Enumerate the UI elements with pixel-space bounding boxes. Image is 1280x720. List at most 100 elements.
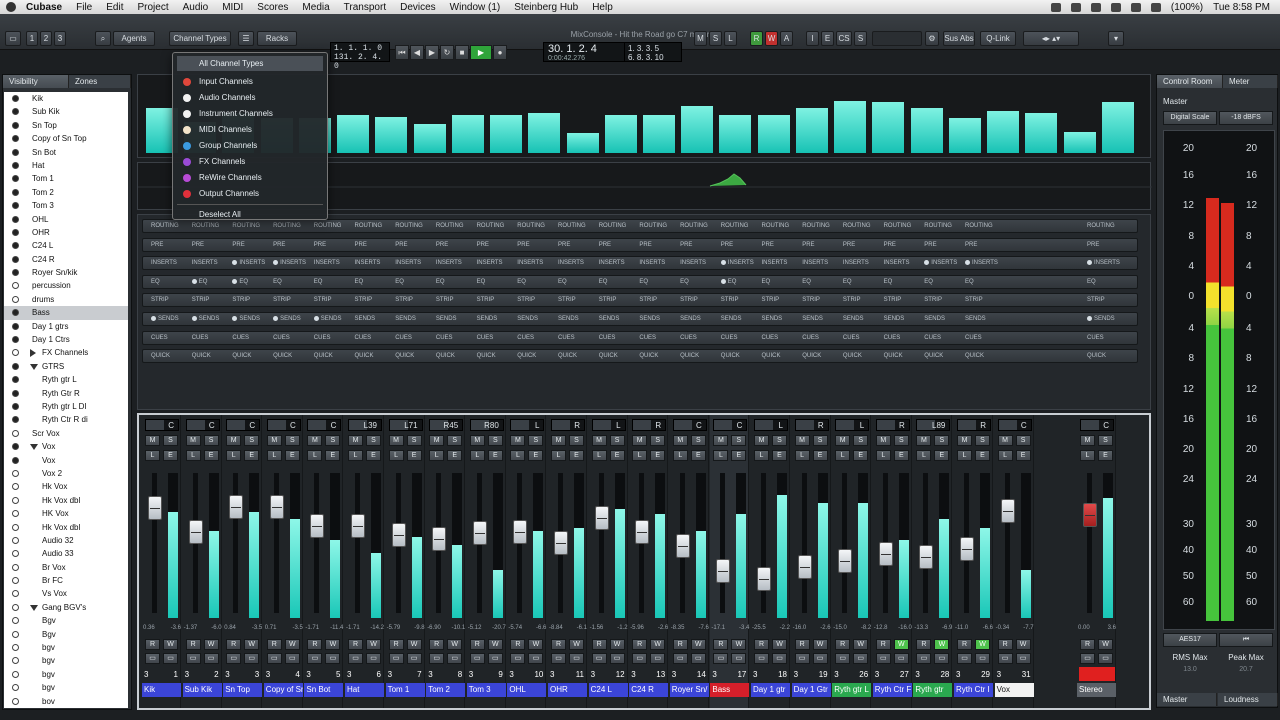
menu-transport[interactable]: Transport	[344, 2, 386, 13]
channel-name[interactable]: Royer Sn/	[669, 683, 709, 697]
visibility-toggle-icon[interactable]	[12, 322, 19, 330]
pan-control[interactable]: L71	[388, 419, 423, 431]
visibility-toggle-icon[interactable]	[12, 563, 19, 571]
channel-name[interactable]: Vox	[994, 683, 1034, 697]
rack-cell[interactable]: EQ	[232, 276, 248, 289]
visibility-item[interactable]: C24 R	[4, 253, 128, 266]
monitor-button[interactable]: ▭	[812, 653, 828, 664]
channel-type-item[interactable]: Output Channels	[173, 186, 327, 202]
volume-value[interactable]: -1.37	[184, 625, 198, 631]
fader-track[interactable]	[152, 473, 157, 613]
solo-button[interactable]: S	[284, 435, 300, 446]
channel-type-item[interactable]: Instrument Channels	[173, 106, 327, 122]
folder-expanded-icon[interactable]	[30, 363, 38, 370]
rack-cell[interactable]: CUES	[762, 332, 779, 345]
solo-button[interactable]: S	[731, 435, 747, 446]
pan-control[interactable]: L	[835, 419, 870, 431]
menu-scores[interactable]: Scores	[257, 2, 288, 13]
rack-cell[interactable]: INSERTS	[720, 257, 754, 270]
solo-button[interactable]: S	[569, 435, 584, 446]
volume-value[interactable]: -5.96	[630, 625, 644, 631]
visibility-toggle-icon[interactable]	[12, 95, 19, 102]
deselect-all-item[interactable]: Deselect All	[173, 207, 327, 223]
listen-button[interactable]: L	[713, 450, 729, 461]
monitor-button[interactable]: ▭	[447, 653, 463, 664]
mute-button[interactable]: M	[794, 435, 810, 446]
visibility-toggle-icon[interactable]	[12, 269, 19, 277]
fader-track[interactable]	[923, 473, 929, 613]
rack-row-sends[interactable]: SENDS SENDS SENDS SENDS SENDS SENDS SENDS SENDS…	[142, 312, 1138, 326]
solo-button[interactable]: S	[366, 435, 381, 446]
rack-cell[interactable]: EQ	[720, 276, 736, 289]
listen-button[interactable]: L	[510, 450, 526, 461]
mute-button[interactable]: M	[1080, 435, 1095, 446]
edit-button[interactable]: E	[893, 450, 909, 461]
global-mute-button[interactable]: M	[694, 31, 707, 46]
status-icon-2[interactable]	[1070, 2, 1081, 12]
rack-cell[interactable]: INSERTS	[151, 257, 177, 270]
visibility-item[interactable]: Hat	[4, 159, 128, 172]
rack-cell[interactable]: INSERTS	[884, 257, 910, 270]
listen-button[interactable]: L	[469, 450, 485, 461]
read-button[interactable]: R	[510, 639, 526, 650]
channel-name[interactable]: C24 L	[588, 683, 628, 697]
pan-control[interactable]: L	[591, 419, 626, 431]
volume-fader-knob[interactable]	[513, 520, 528, 544]
visibility-item[interactable]: Gang BGV's	[4, 601, 128, 614]
wifi-icon[interactable]	[1130, 2, 1141, 12]
rack-cell[interactable]: CUES	[965, 332, 982, 345]
rack-cell[interactable]: EQ	[151, 276, 160, 289]
channel-name[interactable]: Day 1 Gtr	[791, 683, 831, 697]
q-link-button[interactable]: Q-Link	[980, 31, 1016, 46]
tab-control-room[interactable]: Control Room	[1157, 75, 1223, 88]
play-icon[interactable]: ▶	[470, 45, 492, 60]
automation-mode-select[interactable]	[872, 31, 922, 46]
visibility-item[interactable]: Hk Vox	[4, 480, 128, 493]
rack-cell[interactable]: PRE	[721, 239, 733, 252]
rack-cell[interactable]: SENDS	[843, 313, 864, 326]
peak-value[interactable]: -9.8	[414, 625, 424, 631]
bypass-button[interactable]: ▭	[145, 653, 160, 664]
rack-cell[interactable]: EQ	[558, 276, 567, 289]
agents-button[interactable]: Agents	[113, 31, 155, 46]
folder-expanded-icon[interactable]	[30, 444, 38, 451]
mute-button[interactable]: M	[754, 435, 769, 446]
visibility-toggle-icon[interactable]	[12, 175, 19, 183]
rack-cell[interactable]: PRE	[314, 239, 326, 252]
channel-types-button[interactable]: Channel Types	[169, 31, 231, 46]
rack-cell[interactable]: PRE	[680, 239, 692, 252]
visibility-toggle-icon[interactable]	[12, 108, 19, 116]
visibility-item[interactable]: Vs Vox	[4, 587, 128, 600]
rack-cell[interactable]: EQ	[924, 276, 933, 289]
fader-track[interactable]	[598, 473, 604, 613]
edit-button[interactable]: E	[284, 450, 300, 461]
listen-button[interactable]: L	[632, 450, 648, 461]
menu-file[interactable]: File	[76, 2, 92, 13]
fader-track[interactable]	[314, 473, 320, 613]
edit-button[interactable]: E	[772, 450, 787, 461]
pan-control[interactable]: R	[551, 419, 585, 431]
rack-cell[interactable]: INSERTS	[395, 257, 421, 270]
edit-button[interactable]: E	[853, 450, 869, 461]
rack-cell[interactable]: PRE	[436, 239, 448, 252]
rack-cell[interactable]: ROUTING	[721, 220, 749, 233]
page-button-1[interactable]: 1	[26, 31, 38, 46]
peak-value[interactable]: -2.6	[820, 625, 830, 631]
rack-cell[interactable]: EQ	[802, 276, 811, 289]
tab-meter[interactable]: Meter	[1223, 75, 1278, 88]
visibility-item[interactable]: OHL	[4, 213, 128, 226]
visibility-toggle-icon[interactable]	[12, 349, 19, 357]
channel-name[interactable]: Kik	[142, 683, 181, 697]
visibility-item[interactable]: Sn Top	[4, 119, 128, 132]
rack-cell[interactable]: ROUTING	[965, 220, 993, 233]
peak-value[interactable]: -7.6	[698, 625, 708, 631]
visibility-toggle-icon[interactable]	[12, 242, 19, 250]
solo-button[interactable]: S	[690, 435, 706, 446]
rack-cell[interactable]: PRE	[802, 239, 814, 252]
status-icon-1[interactable]	[1050, 2, 1061, 12]
rack-cell[interactable]: QUICK	[680, 350, 699, 363]
peak-value[interactable]: -6.1	[577, 625, 587, 631]
channel-type-item[interactable]: Audio Channels	[173, 90, 327, 106]
visibility-toggle-icon[interactable]	[12, 550, 19, 558]
rack-cell[interactable]: STRIP	[314, 294, 332, 307]
